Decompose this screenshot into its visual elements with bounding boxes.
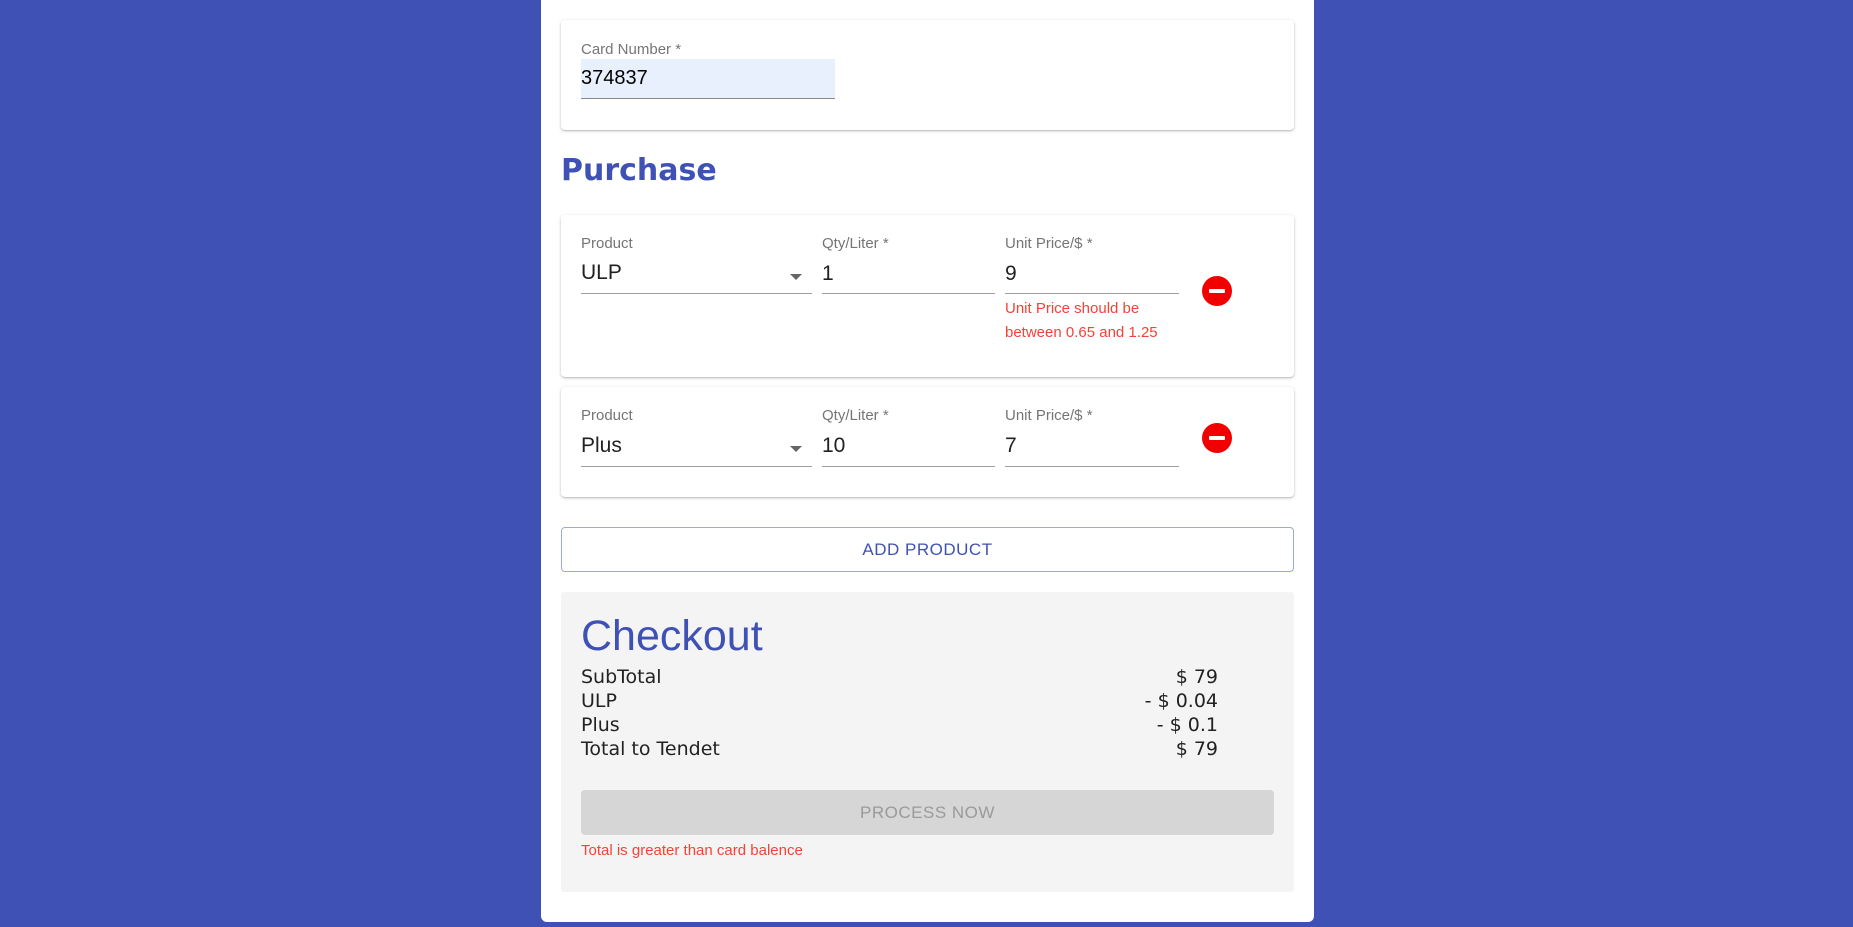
row-value: $ 79 xyxy=(1175,666,1218,688)
arrow-drop-down-icon[interactable] xyxy=(790,274,802,280)
price-error: Unit Price should be between 0.65 and 1.… xyxy=(1005,300,1158,341)
product-select[interactable]: ULP xyxy=(581,261,622,285)
main-panel: Card Number * 374837 Purchase Product UL… xyxy=(541,0,1314,922)
card-number-input[interactable]: 374837 xyxy=(581,59,835,99)
add-product-button[interactable]: ADD PRODUCT xyxy=(561,527,1294,572)
qty-label: Qty/Liter * xyxy=(822,407,889,424)
product-underline xyxy=(581,293,812,294)
purchase-title: Purchase xyxy=(561,153,717,188)
price-label: Unit Price/$ * xyxy=(1005,407,1093,424)
process-now-button[interactable]: PROCESS NOW xyxy=(581,790,1274,835)
product-select[interactable]: Plus xyxy=(581,434,622,458)
card-number-label: Card Number * xyxy=(581,41,682,58)
row-label: SubTotal xyxy=(581,666,662,688)
row-label: Total to Tendet xyxy=(581,738,720,760)
checkout-title: Checkout xyxy=(581,612,763,660)
row-value: - $ 0.04 xyxy=(1144,690,1218,712)
qty-input[interactable]: 10 xyxy=(822,434,845,458)
price-input[interactable]: 9 xyxy=(1005,262,1017,286)
arrow-drop-down-icon[interactable] xyxy=(790,446,802,452)
qty-underline xyxy=(822,466,995,467)
product-underline xyxy=(581,466,812,467)
checkout-error: Total is greater than card balence xyxy=(581,842,803,859)
row-value: - $ 0.1 xyxy=(1156,714,1218,736)
row-label: ULP xyxy=(581,690,617,712)
product-label: Product xyxy=(581,407,633,424)
row-value: $ 79 xyxy=(1175,738,1218,760)
price-label: Unit Price/$ * xyxy=(1005,235,1093,252)
card-number-value: 374837 xyxy=(581,67,648,89)
checkout-row-total: Total to Tendet $ 79 xyxy=(581,738,1218,762)
remove-circle-icon[interactable] xyxy=(1202,423,1232,453)
remove-circle-icon[interactable] xyxy=(1202,276,1232,306)
card-number-card: Card Number * 374837 xyxy=(561,20,1294,130)
checkout-panel: Checkout SubTotal $ 79 ULP - $ 0.04 Plus… xyxy=(561,592,1294,892)
price-input[interactable]: 7 xyxy=(1005,434,1017,458)
product-row-1: Product ULP Qty/Liter * 1 Unit Price/$ *… xyxy=(561,215,1294,377)
qty-underline xyxy=(822,293,995,294)
qty-label: Qty/Liter * xyxy=(822,235,889,252)
price-underline xyxy=(1005,466,1179,467)
checkout-row-subtotal: SubTotal $ 79 xyxy=(581,666,1218,690)
checkout-row-ulp: ULP - $ 0.04 xyxy=(581,690,1218,714)
checkout-row-plus: Plus - $ 0.1 xyxy=(581,714,1218,738)
product-label: Product xyxy=(581,235,633,252)
price-underline xyxy=(1005,293,1179,294)
row-label: Plus xyxy=(581,714,620,736)
qty-input[interactable]: 1 xyxy=(822,262,834,286)
product-row-2: Product Plus Qty/Liter * 10 Unit Price/$… xyxy=(561,387,1294,497)
